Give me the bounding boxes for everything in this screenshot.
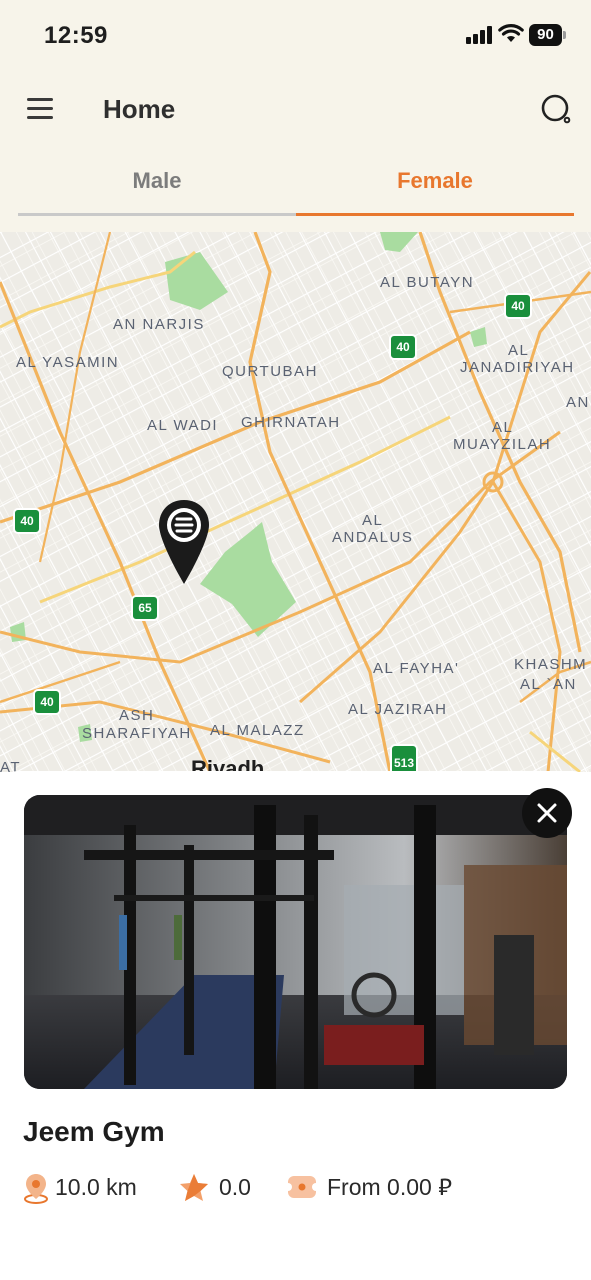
map-label-al-yasamin: AL YASAMIN — [16, 354, 120, 371]
app-header: Home — [0, 72, 591, 146]
tab-male[interactable]: Male — [18, 156, 296, 216]
close-icon — [537, 803, 557, 823]
location-pin-icon — [24, 1174, 48, 1204]
map-label-al-wadi: AL WADI — [147, 417, 219, 434]
map-label-al-jazirah: AL JAZIRAH — [348, 701, 448, 718]
map-marker-icon[interactable] — [157, 498, 211, 586]
gym-photo[interactable] — [24, 795, 567, 1089]
map-label-city: Riyadh — [191, 756, 265, 772]
highway-shield: 513 — [390, 744, 418, 772]
gym-distance: 10.0 km — [23, 1170, 163, 1204]
map-view[interactable]: AL BUTAYN AN NARJIS AL YASAMIN QURTUBAH … — [0, 232, 591, 772]
map-label-al-butayn: AL BUTAYN — [380, 274, 475, 291]
tab-female[interactable]: Female — [296, 156, 574, 216]
gym-distance-text: 10.0 km — [55, 1174, 137, 1200]
map-label-al-andalus-1: AL — [362, 512, 384, 529]
map-label-al-andalus-2: ANDALUS — [332, 529, 414, 546]
map-label-an-narjis: AN NARJIS — [113, 316, 205, 333]
map-label-an: AN — [566, 394, 590, 411]
close-card-button[interactable] — [522, 788, 572, 838]
menu-button[interactable] — [22, 92, 58, 124]
map-label-al-fayha: AL FAYHA' — [373, 660, 460, 677]
search-button[interactable] — [536, 90, 576, 130]
gym-rating-text: 0.0 — [219, 1174, 251, 1200]
highway-shield: 40 — [504, 293, 532, 319]
map-label-khashm-1: KHASHM — [514, 656, 588, 673]
map-streets — [0, 232, 591, 772]
page-title: Home — [103, 94, 176, 124]
highway-shield: 40 — [389, 334, 417, 360]
gym-photo-image — [24, 795, 567, 1089]
map-label-al-malazz: AL MALAZZ — [210, 722, 305, 739]
gym-rating: 0.0 — [178, 1170, 268, 1204]
gym-price: From 0.00 ⃁ — [287, 1170, 487, 1204]
map-label-al-muayzilah-1: AL — [492, 419, 514, 436]
gender-tabs: Male Female — [18, 156, 574, 216]
highway-shield: 40 — [33, 689, 61, 715]
map-label-al-janadiriyah-2: JANADIRIYAH — [460, 359, 575, 376]
map-label-ash-sharafiyah-1: ASH — [119, 707, 155, 724]
map-label-ash-sharafiyah-2: SHARAFIYAH — [82, 725, 192, 742]
ticket-icon — [287, 1176, 317, 1198]
status-bar: 12:59 90 — [0, 0, 591, 72]
map-label-al-muayzilah-2: MUAYZILAH — [453, 436, 552, 453]
search-icon — [541, 94, 571, 124]
status-time: 12:59 — [44, 22, 108, 49]
battery-level: 90 — [529, 24, 562, 46]
wifi-icon — [498, 24, 524, 42]
map-label-ghirnatah: GHIRNATAH — [241, 414, 341, 431]
star-icon — [180, 1174, 208, 1201]
gym-name: Jeem Gym — [23, 1116, 165, 1147]
battery-icon: 90 — [529, 24, 567, 46]
highway-shield: 65 — [131, 595, 159, 621]
highway-shield: 40 — [13, 508, 41, 534]
gym-price-text: From 0.00 ⃁ — [327, 1174, 452, 1200]
map-label-al-janadiriyah-1: AL — [508, 342, 530, 359]
map-label-qurtubah: QURTUBAH — [222, 363, 318, 380]
signal-icon — [466, 26, 494, 44]
map-label-khashm-2: AL `AN — [520, 676, 577, 693]
